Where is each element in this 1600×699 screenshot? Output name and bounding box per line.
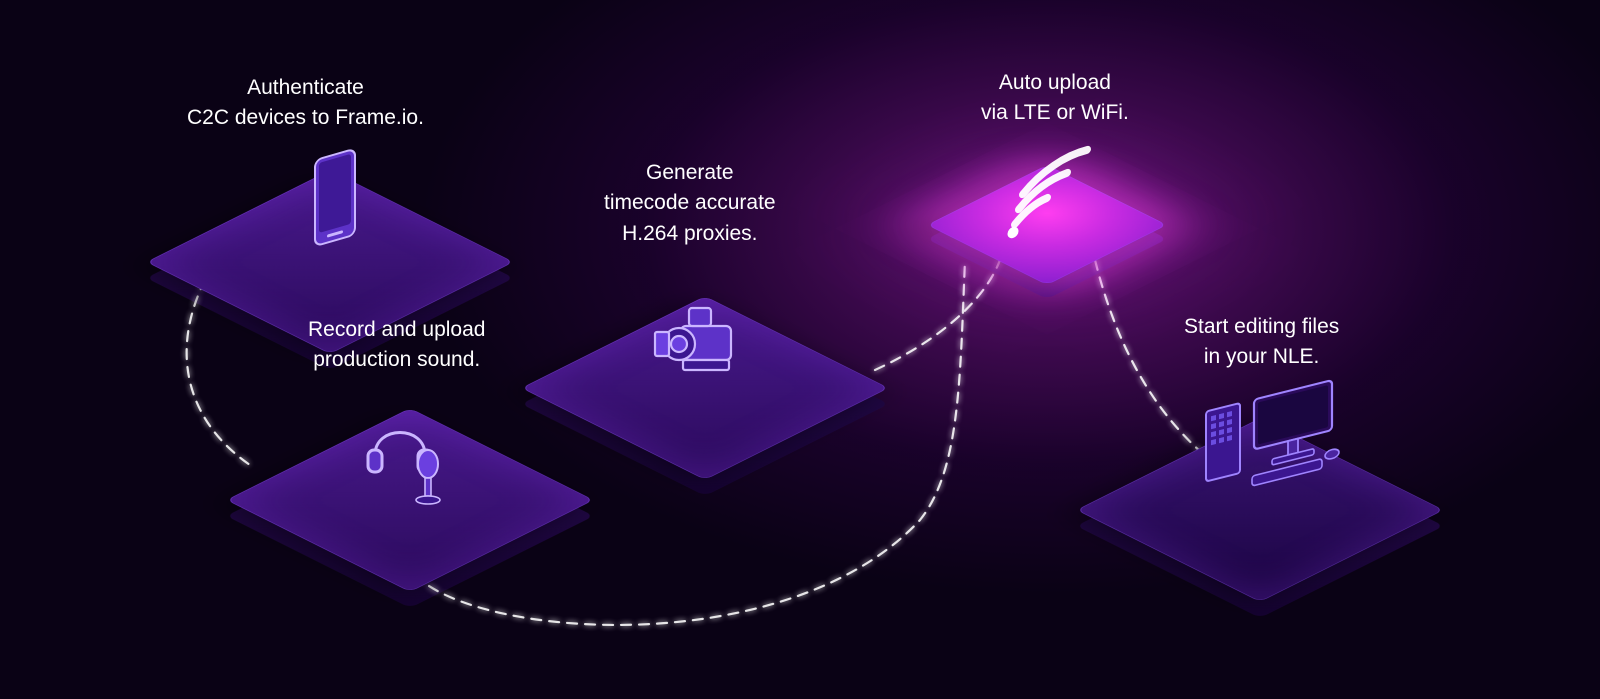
tile-record xyxy=(226,408,594,592)
step-label: Authenticate C2C devices to Frame.io. xyxy=(187,73,424,134)
step-label: Start editing files in your NLE. xyxy=(1184,312,1339,373)
step-label: Auto upload via LTE or WiFi. xyxy=(981,68,1129,129)
tile-generate xyxy=(521,296,889,480)
step-label: Record and upload production sound. xyxy=(308,315,485,376)
step-label: Generate timecode accurate H.264 proxies… xyxy=(604,158,776,249)
tile-upload xyxy=(927,165,1167,285)
tile-edit xyxy=(1076,418,1444,602)
